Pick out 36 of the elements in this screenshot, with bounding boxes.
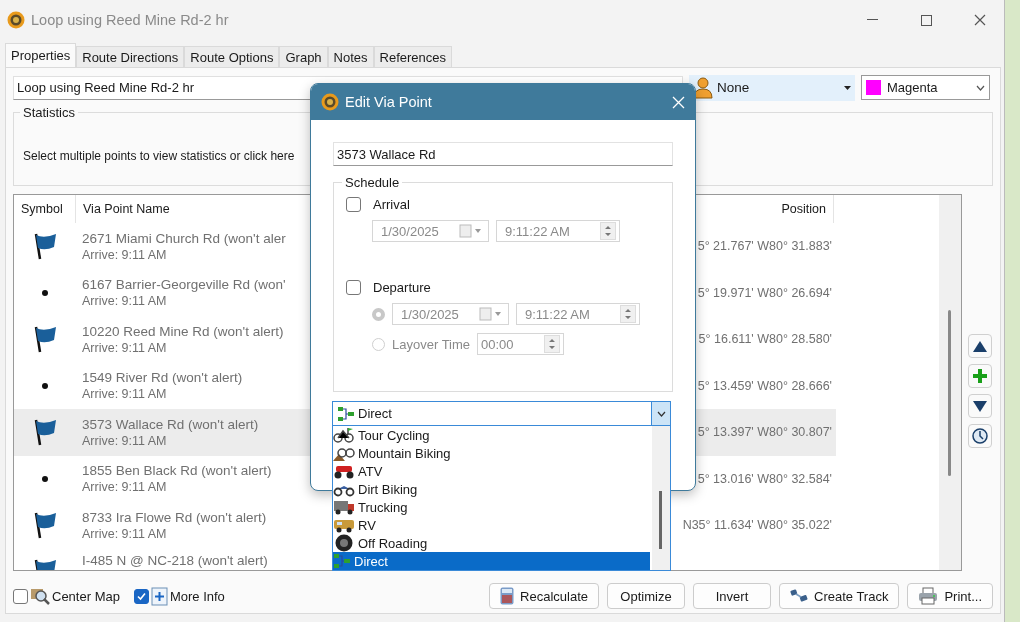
group-title: Statistics [20,105,78,120]
via-point-name: 2671 Miami Church Rd (won't aler [82,229,286,247]
checkbox-label: Arrival [373,197,410,212]
position-cell-text: 5° 21.767' W80° 31.883' [697,238,833,255]
position-cell-text: 5° 13.459' W80° 28.666' [697,377,833,394]
dialog-title: Edit Via Point [345,94,433,110]
arrive-time: Arrive: 9:11 AM [82,246,167,263]
column-header: Symbol [14,195,76,223]
option-label: More Info [169,588,225,604]
arrive-time: Arrive: 9:11 AM [82,339,167,356]
arrive-time: Arrive: 9:11 AM [82,525,167,542]
via-point-name: 8733 Ira Flowe Rd (won't alert) [82,508,267,526]
dropdown-value: None [717,80,751,95]
window-title: Loop using Reed Mine Rd-2 hr [31,12,230,28]
via-point-name: 6167 Barrier-Georgeville Rd (won' [82,276,286,294]
group-title: Schedule [342,175,403,190]
arrive-time: Arrive: 9:11 AM [82,386,167,403]
position-cell-text: 5° 19.971' W80° 26.694' [697,284,833,301]
position-cell-text: 5° 16.611' W80° 28.580' [698,331,833,348]
arrive-time: Arrive: 9:11 AM [82,432,167,449]
option-label: Center Map [52,588,120,604]
arrive-time: Arrive: 9:11 AM [82,293,167,310]
radio-label: Layover Time [392,336,471,352]
via-point-name: 10220 Reed Mine Rd (won't alert) [82,322,284,340]
statistics-message: Select multiple points to view statistics or click here [23,149,295,163]
dropdown-value: Magenta [887,80,939,95]
combobox-value: Direct [358,406,392,421]
arrive-time: Arrive: 9:11 AM [82,479,167,496]
position-cell-text: 5° 13.397' W80° 30.807' [697,424,833,441]
via-point-name: 1549 River Rd (won't alert) [82,369,243,387]
via-point-name: 3573 Wallace Rd (won't alert) [82,415,259,433]
via-point-name: I-485 N @ NC-218 (won't alert) [82,551,268,569]
position-cell-text: 5° 13.016' W80° 32.584' [697,470,833,487]
checkbox-label: Departure [373,280,431,295]
via-point-name: 1855 Ben Black Rd (won't alert) [82,462,272,480]
position-cell-text: N35° 11.634' W80° 35.022' [682,517,833,534]
